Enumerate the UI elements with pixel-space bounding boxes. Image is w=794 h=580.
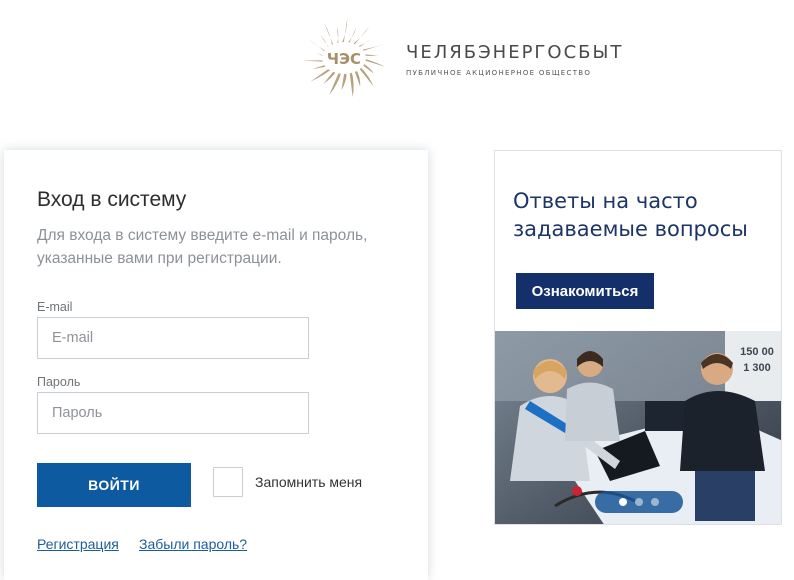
- logo-ray: [341, 71, 347, 91]
- slider-dot-1[interactable]: [619, 498, 627, 506]
- logo-ray: [346, 27, 357, 45]
- remember-me[interactable]: Запомнить меня: [213, 467, 362, 497]
- logo-ray: [349, 70, 354, 98]
- password-label: Пароль: [37, 375, 81, 389]
- slider-dots: [595, 491, 683, 513]
- company-subtitle: ПУБЛИЧНОЕ АКЦИОНЕРНОЕ ОБЩЕСТВО: [406, 69, 592, 77]
- photo-sign-line-1: 150 00: [740, 346, 774, 358]
- forgot-password-link[interactable]: Забыли пароль?: [139, 536, 247, 552]
- login-description: Для входа в систему введите e-mail и пар…: [37, 227, 368, 267]
- login-title: Вход в систему: [37, 188, 187, 211]
- sun-logo-icon: ЧЭС: [302, 18, 385, 98]
- logo-ray: [341, 18, 348, 45]
- logo-ray: [324, 22, 334, 48]
- company-name: ЧЕЛЯБЭНЕРГОСБЫТ: [406, 42, 624, 63]
- learn-more-button[interactable]: Ознакомиться: [516, 273, 654, 309]
- logo-ray: [336, 26, 339, 46]
- slider-dot-3[interactable]: [651, 498, 659, 506]
- logo-ray: [351, 26, 370, 47]
- register-link[interactable]: Регистрация: [37, 536, 119, 552]
- banner-title: Ответы на часто задаваемые вопросы: [513, 189, 748, 241]
- company-logo[interactable]: ЧЭС ЧЕЛЯБЭНЕРГОСБЫТ ПУБЛИЧНОЕ АКЦИОНЕРНО…: [296, 14, 636, 102]
- remember-me-label[interactable]: Запомнить меня: [255, 474, 362, 490]
- faq-banner[interactable]: Ответы на часто задаваемые вопросы Ознак…: [494, 150, 782, 525]
- logo-abbreviation: ЧЭС: [327, 50, 361, 68]
- password-field[interactable]: [37, 392, 309, 434]
- slider-dot-2[interactable]: [635, 498, 643, 506]
- remember-me-checkbox[interactable]: [213, 467, 243, 497]
- photo-sign-line-2: 1 300: [743, 362, 771, 374]
- login-button[interactable]: ВОЙТИ: [37, 463, 191, 507]
- login-card: Вход в систему Для входа в систему введи…: [4, 150, 428, 580]
- email-field[interactable]: [37, 317, 309, 359]
- email-label: E-mail: [37, 300, 73, 314]
